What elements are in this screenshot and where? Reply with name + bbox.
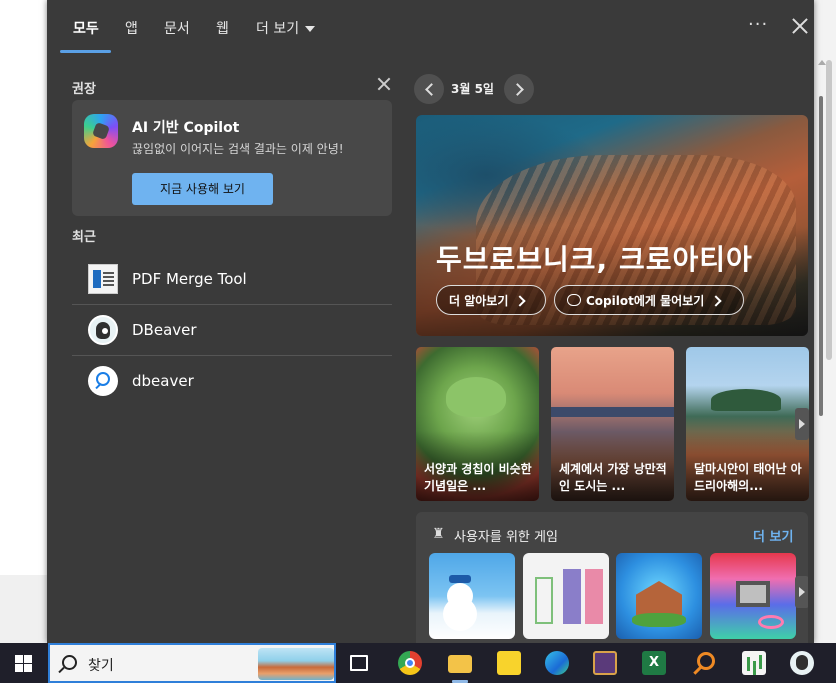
search-app-icon[interactable] (693, 651, 717, 675)
next-day-button[interactable] (504, 74, 534, 104)
tile-caption: 세계에서 가장 낭만적인 도시는 ... (559, 462, 667, 493)
tab-all[interactable]: 모두 (73, 18, 99, 38)
news-tile[interactable]: 세계에서 가장 낭만적인 도시는 ... (551, 347, 674, 501)
news-tile[interactable]: 달마시안이 태어난 아드리아해의... (686, 347, 809, 501)
tiles-next-arrow-icon[interactable] (795, 408, 809, 440)
games-more-link[interactable]: 더 보기 (753, 526, 793, 545)
game-tile-sort[interactable] (523, 553, 609, 639)
taskbar: 찾기 X (0, 643, 836, 683)
search-panel: 모두 앱 문서 웹 더 보기 ··· 권장 AI 기반 Copilot 끊임없이… (47, 0, 826, 643)
ask-copilot-button[interactable]: Copilot에게 물어보기 (554, 285, 744, 315)
island-image (711, 389, 781, 411)
pdf-merge-icon (88, 264, 118, 294)
tile-caption: 서양과 경칩이 비슷한 기념일은 ... (424, 462, 532, 493)
previous-day-button[interactable] (414, 74, 444, 104)
chevron-right-icon (514, 295, 527, 307)
scrollbar-thumb[interactable] (819, 96, 823, 416)
background-scrollbar (826, 60, 832, 360)
search-placeholder: 찾기 (88, 658, 114, 674)
frog-image (446, 377, 506, 417)
copilot-title: AI 기반 Copilot (132, 120, 240, 136)
file-explorer-icon[interactable] (448, 655, 472, 673)
recent-item-label: DBeaver (132, 321, 197, 339)
chart-app-icon[interactable] (742, 651, 766, 675)
hero-title: 두브로브니크, 크로아티아 (436, 243, 753, 276)
background-desktop (0, 575, 48, 643)
dbeaver-icon[interactable] (790, 651, 814, 675)
search-icon (62, 655, 77, 670)
panel-scrollbar[interactable] (816, 56, 826, 643)
tab-documents[interactable]: 문서 (164, 18, 190, 38)
game-tile-snowman[interactable] (429, 553, 515, 639)
excel-icon[interactable]: X (642, 651, 666, 675)
edge-icon[interactable] (545, 651, 569, 675)
search-app-icon (88, 366, 118, 396)
recommended-heading: 권장 (72, 82, 96, 97)
sticky-notes-icon[interactable] (497, 651, 521, 675)
ask-copilot-label: Copilot에게 물어보기 (586, 294, 705, 308)
logo-pane (15, 655, 23, 663)
logo-pane (24, 655, 32, 663)
date-label: 3월 5일 (451, 82, 494, 96)
game-tile-cat[interactable] (710, 553, 796, 639)
game-art (563, 569, 581, 624)
tile-caption: 달마시안이 태어난 아드리아해의... (694, 462, 802, 493)
dismiss-recommended-icon[interactable] (377, 77, 391, 91)
recent-item-dbeaver-search[interactable]: dbeaver (72, 356, 392, 406)
taskbar-search-box[interactable]: 찾기 (48, 643, 336, 683)
recent-item-label: dbeaver (132, 372, 194, 390)
scroll-up-icon[interactable] (818, 60, 826, 65)
logo-pane (24, 664, 32, 672)
games-section: ♜ 사용자를 위한 게임 더 보기 (416, 512, 808, 643)
tab-web[interactable]: 웹 (216, 18, 229, 38)
chevron-down-icon (305, 26, 316, 32)
windows-start-icon[interactable] (15, 655, 32, 672)
hero-card[interactable]: 두브로브니크, 크로아티아 더 알아보기 Copilot에게 물어보기 (416, 115, 808, 336)
learn-more-button[interactable]: 더 알아보기 (436, 285, 546, 315)
more-options-button[interactable]: ··· (748, 14, 768, 35)
game-art (535, 577, 553, 624)
dbeaver-icon (88, 315, 118, 345)
copilot-logo-icon (84, 114, 118, 148)
close-icon[interactable] (790, 16, 810, 36)
learn-more-label: 더 알아보기 (449, 294, 509, 308)
recent-item-pdf-merge-tool[interactable]: PDF Merge Tool (72, 254, 392, 304)
game-tile-house[interactable] (616, 553, 702, 639)
copilot-promo-card: AI 기반 Copilot 끊임없이 이어지는 검색 결과는 이제 안녕! 지금… (72, 100, 392, 216)
game-art (585, 569, 603, 624)
task-view-icon[interactable] (350, 655, 368, 671)
copilot-subtitle: 끊임없이 이어지는 검색 결과는 이제 안녕! (132, 142, 344, 156)
search-highlight-image (258, 648, 334, 680)
tab-more-label: 더 보기 (256, 21, 300, 37)
chevron-right-icon (710, 295, 722, 307)
games-title: 사용자를 위한 게임 (454, 530, 558, 545)
tab-apps[interactable]: 앱 (125, 18, 138, 38)
chrome-icon[interactable] (398, 651, 422, 675)
games-next-arrow-icon[interactable] (795, 576, 808, 608)
active-tab-indicator (60, 50, 111, 53)
recent-item-label: PDF Merge Tool (132, 270, 247, 288)
logo-pane (15, 664, 23, 672)
chat-icon (567, 294, 581, 306)
try-copilot-button[interactable]: 지금 사용해 보기 (132, 173, 273, 205)
recent-item-dbeaver-app[interactable]: DBeaver (72, 305, 392, 355)
game-pieces-icon: ♜ (432, 526, 445, 542)
sea-image (551, 407, 674, 417)
news-tile[interactable]: 서양과 경칩이 비슷한 기념일은 ... (416, 347, 539, 501)
recent-heading: 최근 (72, 230, 96, 245)
game-app-icon[interactable] (593, 651, 617, 675)
tab-more[interactable]: 더 보기 (256, 18, 316, 38)
tab-bar: 모두 앱 문서 웹 더 보기 ··· (47, 0, 814, 56)
